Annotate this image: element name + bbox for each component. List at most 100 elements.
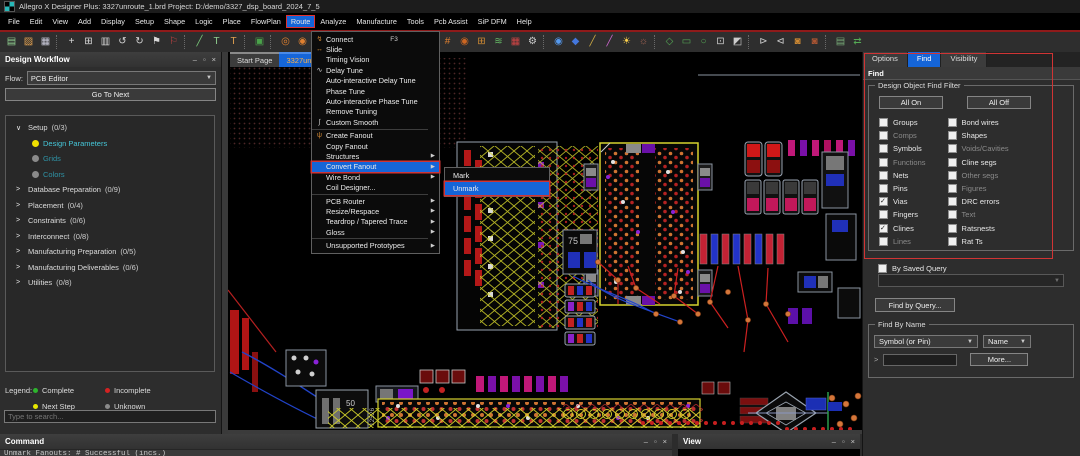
toolbar-icon[interactable] bbox=[270, 35, 275, 49]
minimize-icon[interactable]: – bbox=[193, 55, 197, 64]
checkbox-icon[interactable] bbox=[879, 210, 888, 219]
menu-route-resize-respace[interactable]: Resize/Respace ▶ bbox=[312, 206, 439, 216]
pin-icon[interactable]: ⚑ bbox=[148, 33, 165, 51]
workflow-tree-item[interactable]: > Database Preparation (0/9) bbox=[6, 182, 214, 198]
zoom-points-icon[interactable]: ◎ bbox=[277, 33, 294, 51]
checkbox-icon[interactable] bbox=[879, 118, 888, 127]
select-window-icon[interactable]: ⊡ bbox=[712, 33, 729, 51]
add-component-icon[interactable]: ▣ bbox=[251, 33, 268, 51]
waive-drc-icon[interactable]: ◆ bbox=[567, 33, 584, 51]
checkbox-icon[interactable] bbox=[948, 118, 957, 127]
toolbar-icon[interactable] bbox=[184, 35, 189, 49]
find-filter-checkbox[interactable]: Lines bbox=[879, 235, 926, 248]
find-filter-checkbox[interactable]: Other segs bbox=[948, 169, 1009, 182]
find-filter-checkbox[interactable]: Comps bbox=[879, 129, 926, 142]
menu-item[interactable]: Help bbox=[512, 15, 537, 28]
menu-item[interactable]: FlowPlan bbox=[246, 15, 286, 28]
menu-convert-fanout-unmark[interactable]: Unmark bbox=[445, 182, 549, 195]
checkbox-icon[interactable] bbox=[948, 184, 957, 193]
find-filter-checkbox[interactable]: Symbols bbox=[879, 142, 926, 155]
menu-route-slide[interactable]: ↔ Slide bbox=[312, 44, 439, 54]
settings-icon[interactable]: ⚙ bbox=[524, 33, 541, 51]
menu-item[interactable]: Pcb Assist bbox=[429, 15, 473, 28]
close-icon[interactable]: × bbox=[851, 437, 855, 446]
all-off-button[interactable]: All Off bbox=[967, 96, 1031, 109]
checkbox-icon[interactable] bbox=[879, 197, 888, 206]
menu-route-teardrop[interactable]: Teardrop / Tapered Trace ▶ bbox=[312, 217, 439, 227]
menu-item[interactable]: Display bbox=[96, 15, 130, 28]
unhighlight-icon[interactable]: ☼ bbox=[635, 33, 652, 51]
move-icon[interactable]: + bbox=[63, 33, 80, 51]
workflow-tree-item[interactable]: Design Parameters bbox=[6, 136, 214, 152]
contrast-icon[interactable]: ◩ bbox=[729, 33, 746, 51]
find-filter-checkbox[interactable]: Text bbox=[948, 208, 1009, 221]
new-drawing-icon[interactable]: ▤ bbox=[3, 33, 20, 51]
copy-pointer-icon[interactable]: ⊳ bbox=[755, 33, 772, 51]
add-connect-line-icon[interactable]: ╱ bbox=[191, 33, 208, 51]
saved-query-select[interactable]: ▼ bbox=[878, 274, 1064, 287]
toolbar-icon[interactable] bbox=[543, 35, 548, 49]
edit-text-icon[interactable]: T bbox=[225, 33, 242, 51]
checkbox-icon[interactable] bbox=[878, 264, 887, 273]
delete-pointer-icon[interactable]: ⊲ bbox=[772, 33, 789, 51]
toolbar-icon[interactable] bbox=[244, 35, 249, 49]
menu-item[interactable]: SiP DFM bbox=[473, 15, 512, 28]
find-filter-checkbox[interactable]: Cline segs bbox=[948, 156, 1009, 169]
menu-route-remove-tuning[interactable]: Remove Tuning bbox=[312, 107, 439, 117]
menu-route-wire-bond[interactable]: Wire Bond ▶ bbox=[312, 172, 439, 182]
workflow-tree-item[interactable]: > Constraints (0/6) bbox=[6, 213, 214, 229]
find-name-input[interactable] bbox=[883, 354, 957, 366]
find-filter-checkbox[interactable]: Fingers bbox=[879, 208, 926, 221]
checkbox-icon[interactable] bbox=[879, 171, 888, 180]
menu-route-create-fanout[interactable]: ψ Create Fanout bbox=[312, 131, 439, 141]
checkbox-icon[interactable] bbox=[948, 144, 957, 153]
checkbox-icon[interactable] bbox=[948, 171, 957, 180]
find-by-query-button[interactable]: Find by Query... bbox=[875, 298, 955, 312]
toolbar-icon[interactable] bbox=[748, 35, 753, 49]
menu-route-timing-vision[interactable]: Timing Vision bbox=[312, 55, 439, 65]
panel-splitter[interactable] bbox=[222, 52, 228, 434]
find-filter-checkbox[interactable]: Groups bbox=[879, 116, 926, 129]
menu-item[interactable]: File bbox=[3, 15, 25, 28]
snapshot-icon[interactable]: ◙ bbox=[789, 33, 806, 51]
menu-route-convert-fanout[interactable]: Convert Fanout ▶ bbox=[312, 162, 439, 172]
workflow-tree-item[interactable]: > Interconnect (0/8) bbox=[6, 229, 214, 245]
checkbox-icon[interactable] bbox=[948, 158, 957, 167]
workflow-tree-item[interactable]: > Placement (0/4) bbox=[6, 198, 214, 214]
checkbox-icon[interactable] bbox=[879, 237, 888, 246]
menu-route-auto-phase-tune[interactable]: Auto-interactive Phase Tune bbox=[312, 96, 439, 106]
add-text-icon[interactable]: T bbox=[208, 33, 225, 51]
checkbox-icon[interactable] bbox=[948, 224, 957, 233]
undo-icon[interactable]: ↺ bbox=[114, 33, 131, 51]
color-wheel-icon[interactable]: ◉ bbox=[456, 33, 473, 51]
flow-select[interactable]: PCB Editor ▼ bbox=[27, 71, 216, 85]
menu-route-delay-tune[interactable]: ∿ Delay Tune bbox=[312, 65, 439, 75]
restore-icon[interactable]: ▫ bbox=[203, 55, 206, 64]
workflow-tree-item[interactable]: Grids bbox=[6, 151, 214, 167]
find-filter-checkbox[interactable]: Nets bbox=[879, 169, 926, 182]
find-filter-checkbox[interactable]: Rat Ts bbox=[948, 235, 1009, 248]
menu-route-unsupported-prototypes[interactable]: Unsupported Prototypes ▶ bbox=[312, 240, 439, 250]
restore-icon[interactable]: ▫ bbox=[842, 437, 845, 446]
minimize-icon[interactable]: – bbox=[644, 437, 648, 446]
checkbox-icon[interactable] bbox=[879, 224, 888, 233]
checkbox-icon[interactable] bbox=[948, 237, 957, 246]
add-notes-icon[interactable]: ▭ bbox=[678, 33, 695, 51]
command-log-line[interactable]: Unmark Fanouts: # Successful (incs.) bbox=[0, 449, 672, 456]
menu-route-connect[interactable]: ↯ Connect F3 bbox=[312, 34, 439, 44]
menu-item[interactable]: Shape bbox=[159, 15, 190, 28]
tab-start-page[interactable]: Start Page bbox=[230, 52, 279, 67]
more-button[interactable]: More... bbox=[970, 353, 1028, 366]
find-filter-checkbox[interactable]: Vias bbox=[879, 195, 926, 208]
snapshot-settings-icon[interactable]: ◙ bbox=[806, 33, 823, 51]
menu-item[interactable]: Setup bbox=[130, 15, 159, 28]
visibility-eye-icon[interactable]: ◉ bbox=[550, 33, 567, 51]
find-filter-checkbox[interactable]: Pins bbox=[879, 182, 926, 195]
toolbar-icon[interactable] bbox=[56, 35, 61, 49]
right-panel-tab[interactable]: Visibility bbox=[941, 52, 987, 67]
menu-route-phase-tune[interactable]: Phase Tune bbox=[312, 86, 439, 96]
layer-copy-icon[interactable]: ⊞ bbox=[473, 33, 490, 51]
menu-item[interactable]: Manufacture bbox=[351, 15, 402, 28]
menu-item[interactable]: Analyze bbox=[315, 15, 351, 28]
view-panel-body[interactable] bbox=[678, 449, 860, 456]
